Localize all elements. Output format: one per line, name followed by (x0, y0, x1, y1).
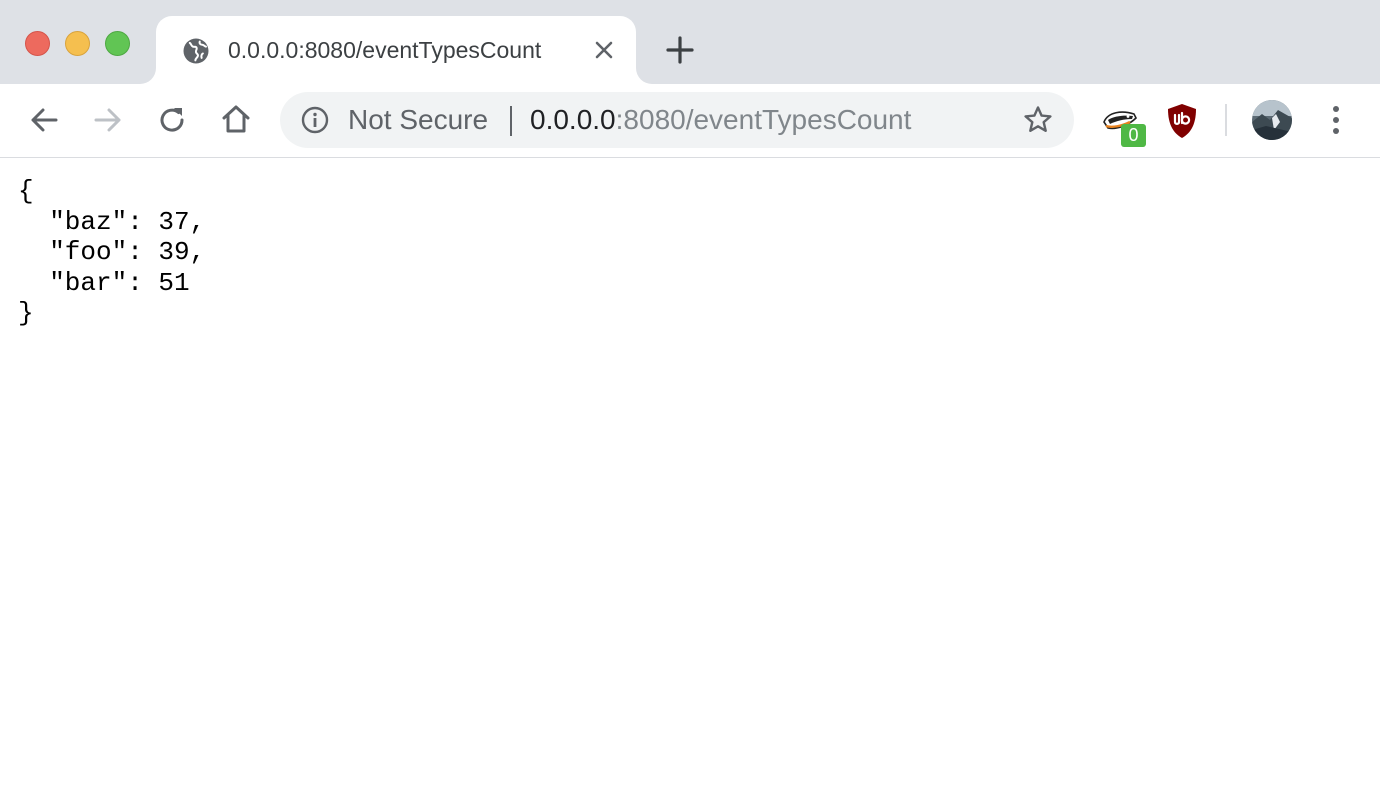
url-path: :8080/eventTypesCount (615, 104, 912, 135)
security-label[interactable]: Not Secure (348, 104, 488, 136)
tab-strip: 0.0.0.0:8080/eventTypesCount (0, 0, 1380, 84)
omnibox-divider (510, 106, 512, 136)
toolbar-divider (1225, 104, 1227, 136)
star-icon[interactable] (1022, 104, 1054, 136)
avatar-image (1252, 100, 1292, 140)
reload-icon[interactable] (154, 102, 190, 138)
kebab-menu-icon[interactable] (1320, 100, 1352, 140)
globe-icon (183, 38, 209, 64)
page-content: { "baz": 37, "foo": 39, "bar": 51 } (0, 158, 1380, 812)
info-icon[interactable] (300, 105, 330, 135)
url-host: 0.0.0.0 (530, 104, 616, 135)
arrow-left-icon[interactable] (26, 102, 62, 138)
ublock-shield-icon[interactable] (1166, 102, 1198, 140)
arrow-right-icon[interactable] (90, 102, 126, 138)
close-icon[interactable] (592, 38, 616, 62)
badger-count-badge: 0 (1121, 124, 1146, 147)
window-close-button[interactable] (25, 31, 50, 56)
tab-active[interactable]: 0.0.0.0:8080/eventTypesCount (156, 16, 636, 84)
tab-title: 0.0.0.0:8080/eventTypesCount (228, 37, 542, 63)
toolbar: Not Secure 0.0.0.0:8080/eventTypesCount … (0, 84, 1380, 158)
url-text[interactable]: 0.0.0.0:8080/eventTypesCount (530, 104, 911, 136)
address-bar[interactable]: Not Secure 0.0.0.0:8080/eventTypesCount (280, 92, 1074, 148)
browser-window: 0.0.0.0:8080/eventTypesCount Not Secure … (0, 0, 1380, 812)
window-maximize-button[interactable] (105, 31, 130, 56)
json-response: { "baz": 37, "foo": 39, "bar": 51 } (18, 176, 206, 328)
home-icon[interactable] (218, 101, 254, 137)
window-minimize-button[interactable] (65, 31, 90, 56)
plus-icon[interactable] (664, 34, 696, 66)
avatar[interactable] (1252, 100, 1292, 140)
